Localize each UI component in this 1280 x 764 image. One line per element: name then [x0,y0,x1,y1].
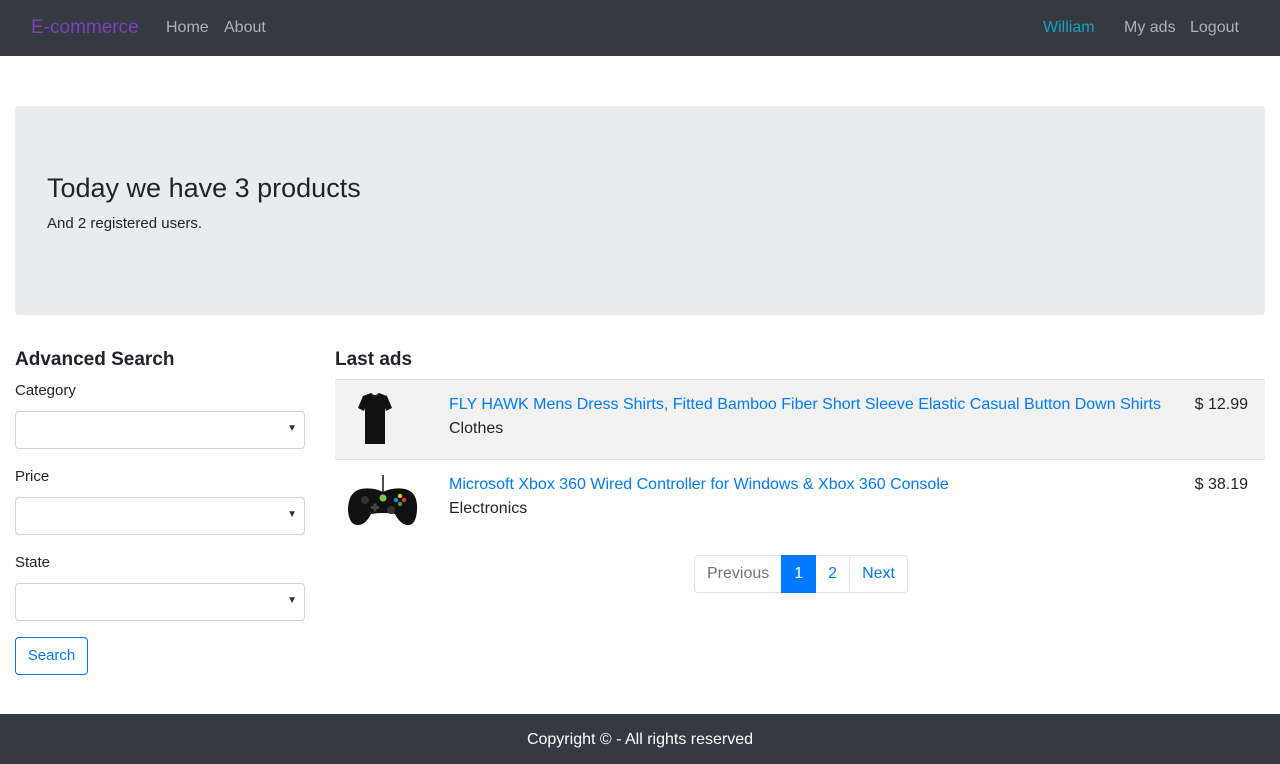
page-footer: Copyright © - All rights reserved [0,714,1280,764]
stats-jumbotron: Today we have 3 products And 2 registere… [15,106,1265,315]
last-ads-title: Last ads [335,349,413,370]
black-shirt-image[interactable] [345,390,421,450]
category-select[interactable]: ▼ [15,411,305,449]
users-count-text: And 2 registered users. [47,215,203,232]
dropdown-caret-icon: ▼ [287,423,297,434]
dropdown-caret-icon: ▼ [287,595,297,606]
pagination-page-1[interactable]: 1 [781,555,817,593]
nav-logout-link[interactable]: Logout [1190,19,1239,37]
category-label: Category [15,382,76,399]
ad-title-link[interactable]: FLY HAWK Mens Dress Shirts, Fitted Bambo… [449,396,1161,414]
state-select[interactable]: ▼ [15,583,305,621]
nav-about-link[interactable]: About [224,19,266,37]
xbox-controller-image[interactable] [345,470,421,530]
top-navbar: E-commerce Home About William My ads Log… [0,0,1280,56]
pagination-page-2[interactable]: 2 [815,555,851,593]
price-select[interactable]: ▼ [15,497,305,535]
nav-home-link[interactable]: Home [166,19,209,37]
price-label: Price [15,468,50,485]
pagination-next[interactable]: Next [849,555,908,593]
products-count-heading: Today we have 3 products [47,173,361,203]
ad-row: FLY HAWK Mens Dress Shirts, Fitted Bambo… [335,379,1265,459]
copyright-text: Copyright © - All rights reserved [526,731,754,748]
ad-row: Microsoft Xbox 360 Wired Controller for … [335,459,1265,539]
ad-category: Clothes [449,420,504,437]
search-button[interactable]: Search [15,637,88,675]
ad-title-link[interactable]: Microsoft Xbox 360 Wired Controller for … [449,476,949,494]
ad-price: $ 38.19 [1194,476,1248,493]
dropdown-caret-icon: ▼ [287,509,297,520]
brand-link[interactable]: E-commerce [31,17,139,39]
advanced-search-title: Advanced Search [15,349,175,370]
ad-category: Electronics [449,500,528,517]
state-label: State [15,554,51,571]
pagination: Previous 1 2 Next [694,555,908,593]
pagination-previous[interactable]: Previous [694,555,783,593]
nav-my-ads-link[interactable]: My ads [1124,19,1176,37]
nav-user-link[interactable]: William [1043,19,1095,37]
ad-price: $ 12.99 [1194,396,1248,413]
